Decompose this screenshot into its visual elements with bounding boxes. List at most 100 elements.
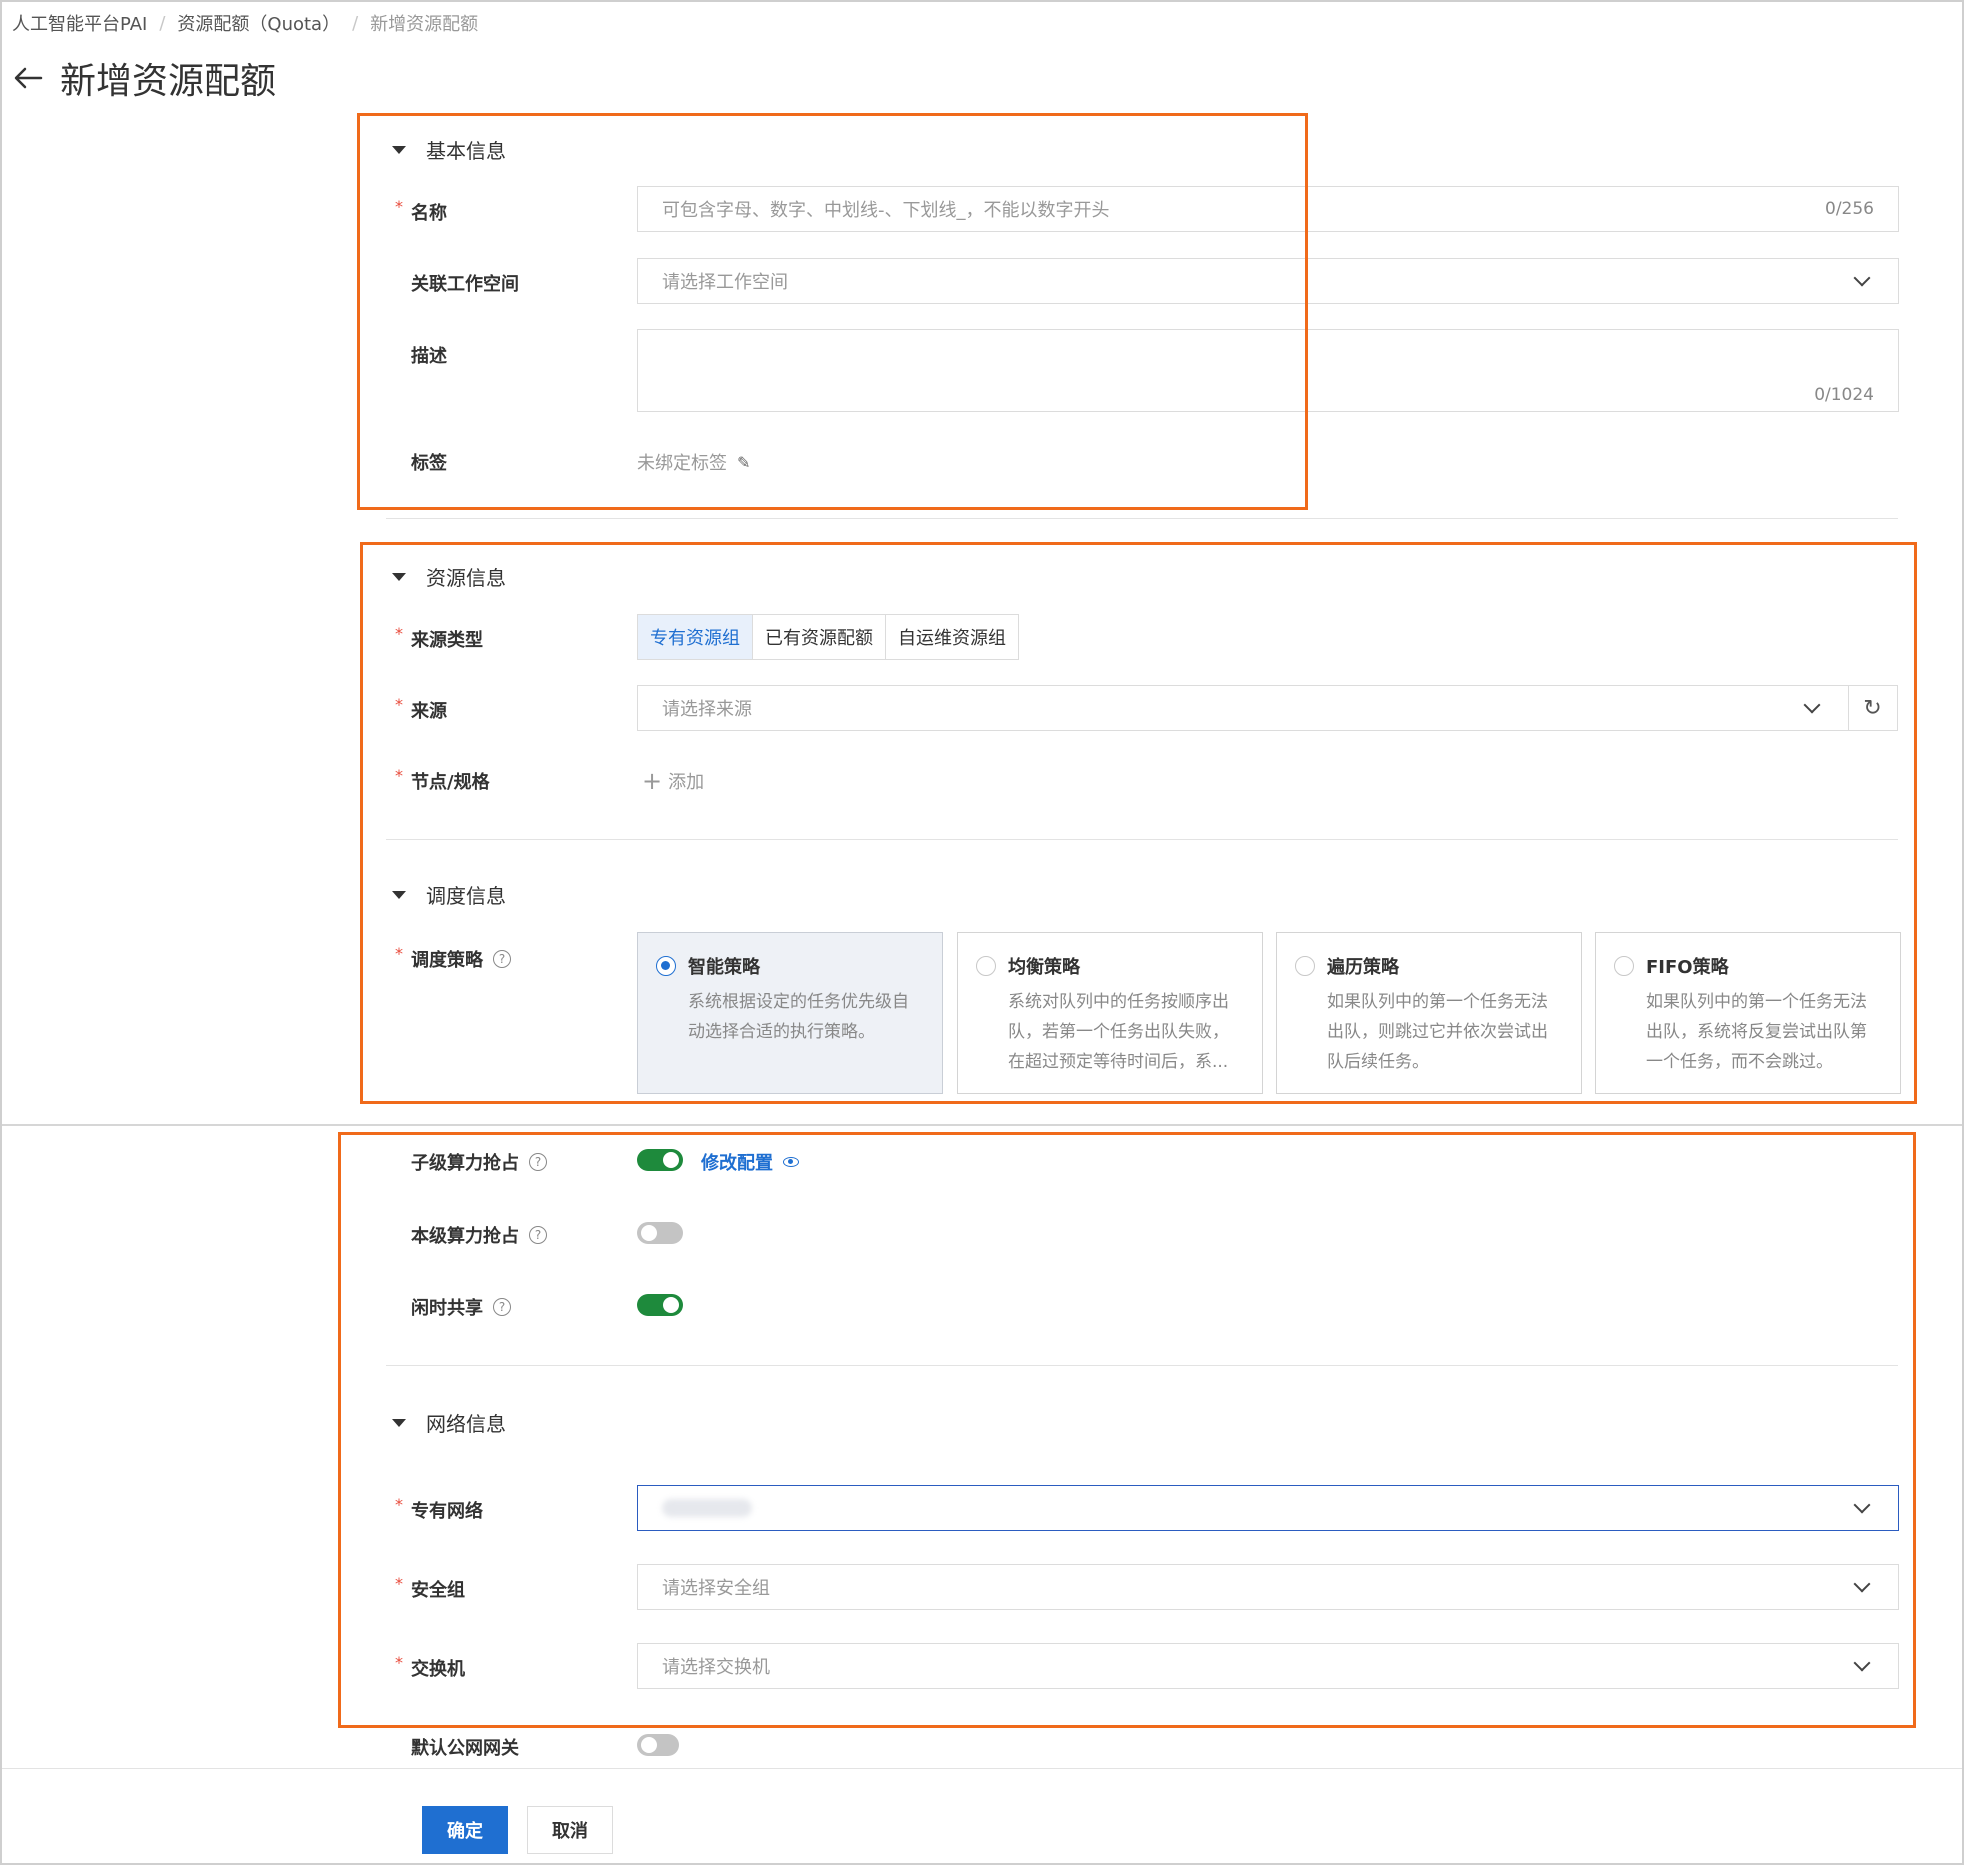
caret-down-icon[interactable] (392, 145, 406, 154)
help-icon[interactable]: ? (529, 1153, 547, 1171)
card-description: 如果队列中的第一个任务无法出队，系统将反复尝试出队第一个任务，而不会跳过。 (1646, 992, 1867, 1072)
breadcrumb-item-current: 新增资源配额 (370, 14, 479, 35)
card-title: 智能策略 (688, 957, 760, 978)
eye-icon (783, 1157, 799, 1167)
source-type-label: * 来源类型 (395, 624, 483, 652)
toggle-knob (641, 1225, 657, 1241)
label-text: 默认公网网关 (411, 1738, 519, 1759)
label-text: 描述 (411, 346, 447, 367)
refresh-icon[interactable]: ↻ (1848, 685, 1898, 731)
breadcrumb-separator: / (352, 12, 359, 34)
gateway-toggle[interactable] (637, 1734, 679, 1756)
label-text: 来源 (411, 701, 447, 722)
child-preempt-label: 子级算力抢占 ? (411, 1149, 547, 1175)
required-mark: * (395, 695, 403, 714)
section-resource-info[interactable]: 资源信息 (392, 562, 506, 591)
workspace-select[interactable]: 请选择工作空间 (637, 258, 1899, 304)
back-arrow-icon[interactable] (10, 60, 46, 96)
confirm-button[interactable]: 确定 (422, 1806, 508, 1854)
chevron-down-icon (1853, 269, 1871, 287)
name-input[interactable]: 可包含字母、数字、中划线-、下划线_，不能以数字开头 0/256 (637, 186, 1899, 232)
source-type-segmented: 专有资源组 已有资源配额 自运维资源组 (637, 614, 1019, 660)
label-text: 本级算力抢占 (411, 1226, 519, 1247)
tag-value: 未绑定标签 ✎ (637, 449, 750, 475)
workspace-label: 关联工作空间 (411, 270, 519, 296)
label-text: 安全组 (411, 1580, 465, 1601)
label-text: 名称 (411, 203, 447, 224)
label-text: 闲时共享 (411, 1298, 483, 1319)
page-title: 新增资源配额 (60, 61, 277, 102)
label-text: 标签 (411, 453, 447, 474)
edit-pencil-icon[interactable]: ✎ (737, 453, 750, 472)
security-group-placeholder: 请选择安全组 (662, 1578, 770, 1599)
security-group-label: * 安全组 (395, 1574, 465, 1602)
screenshot-seam (0, 1124, 1964, 1126)
label-text: 交换机 (411, 1659, 465, 1680)
card-description: 如果队列中的第一个任务无法出队，则跳过它并依次尝试出队后续任务。 (1327, 992, 1548, 1072)
workspace-placeholder: 请选择工作空间 (662, 272, 788, 293)
section-title: 调度信息 (426, 884, 506, 908)
self-preempt-toggle[interactable] (637, 1222, 683, 1244)
annotation-box-basic (357, 113, 1308, 510)
label-text: 节点/规格 (411, 772, 490, 793)
strategy-card-traverse[interactable]: 遍历策略 如果队列中的第一个任务无法出队，则跳过它并依次尝试出队后续任务。 (1276, 932, 1582, 1094)
section-title: 网络信息 (426, 1412, 506, 1436)
source-type-existing-quota[interactable]: 已有资源配额 (752, 615, 885, 659)
add-text: 添加 (668, 772, 705, 793)
radio-icon[interactable] (1614, 956, 1634, 976)
add-node-button[interactable]: + 添加 (642, 767, 704, 795)
section-network-info[interactable]: 网络信息 (392, 1408, 506, 1437)
vpc-select[interactable] (637, 1485, 1899, 1531)
tag-label: 标签 (411, 449, 447, 475)
caret-down-icon[interactable] (392, 572, 406, 581)
radio-selected-icon[interactable] (656, 956, 676, 976)
required-mark: * (395, 1495, 403, 1514)
label-text: 关联工作空间 (411, 274, 519, 295)
breadcrumb-item-quota[interactable]: 资源配额（Quota） (177, 10, 340, 36)
modify-config-link[interactable]: 修改配置 (701, 1149, 799, 1175)
section-schedule-info[interactable]: 调度信息 (392, 880, 506, 909)
label-text: 专有网络 (411, 1501, 483, 1522)
name-counter: 0/256 (1825, 199, 1874, 219)
vpc-label: * 专有网络 (395, 1495, 483, 1523)
source-type-dedicated[interactable]: 专有资源组 (638, 615, 752, 659)
plus-icon: + (642, 767, 663, 795)
tag-text: 未绑定标签 (637, 453, 727, 474)
radio-icon[interactable] (976, 956, 996, 976)
section-basic-info[interactable]: 基本信息 (392, 135, 506, 164)
idle-share-toggle[interactable] (637, 1294, 683, 1316)
security-group-select[interactable]: 请选择安全组 (637, 1564, 1899, 1610)
child-preempt-toggle[interactable] (637, 1149, 683, 1171)
caret-down-icon[interactable] (392, 1418, 406, 1427)
description-counter: 0/1024 (1814, 385, 1874, 405)
caret-down-icon[interactable] (392, 890, 406, 899)
chevron-down-icon (1803, 696, 1821, 714)
name-label: * 名称 (395, 197, 447, 225)
breadcrumb-item-pai[interactable]: 人工智能平台PAI (12, 10, 147, 36)
source-select[interactable]: 请选择来源 (637, 685, 1849, 731)
card-description: 系统对队列中的任务按顺序出队，若第一个任务出队失败，在超过预定等待时间后，系..… (1008, 992, 1229, 1072)
idle-share-label: 闲时共享 ? (411, 1294, 511, 1320)
card-title: FIFO策略 (1646, 957, 1729, 978)
radio-icon[interactable] (1295, 956, 1315, 976)
name-placeholder: 可包含字母、数字、中划线-、下划线_，不能以数字开头 (662, 200, 1110, 221)
toggle-knob (641, 1737, 657, 1753)
description-label: 描述 (411, 342, 447, 368)
strategy-card-smart[interactable]: 智能策略 系统根据设定的任务优先级自动选择合适的执行策略。 (637, 932, 943, 1094)
toggle-knob (663, 1297, 679, 1313)
help-icon[interactable]: ? (529, 1226, 547, 1244)
toggle-knob (663, 1152, 679, 1168)
description-textarea[interactable]: 0/1024 (637, 329, 1899, 412)
cancel-button[interactable]: 取消 (527, 1806, 613, 1854)
link-text: 修改配置 (701, 1153, 773, 1174)
strategy-label: * 调度策略 ? (395, 944, 511, 972)
help-icon[interactable]: ? (493, 1298, 511, 1316)
label-text: 来源类型 (411, 630, 483, 651)
switch-select[interactable]: 请选择交换机 (637, 1643, 1899, 1689)
strategy-card-balanced[interactable]: 均衡策略 系统对队列中的任务按顺序出队，若第一个任务出队失败，在超过预定等待时间… (957, 932, 1263, 1094)
help-icon[interactable]: ? (493, 950, 511, 968)
gateway-label: 默认公网网关 (411, 1734, 519, 1760)
label-text: 调度策略 (411, 950, 483, 971)
source-type-self-managed[interactable]: 自运维资源组 (885, 615, 1018, 659)
strategy-card-fifo[interactable]: FIFO策略 如果队列中的第一个任务无法出队，系统将反复尝试出队第一个任务，而不… (1595, 932, 1901, 1094)
